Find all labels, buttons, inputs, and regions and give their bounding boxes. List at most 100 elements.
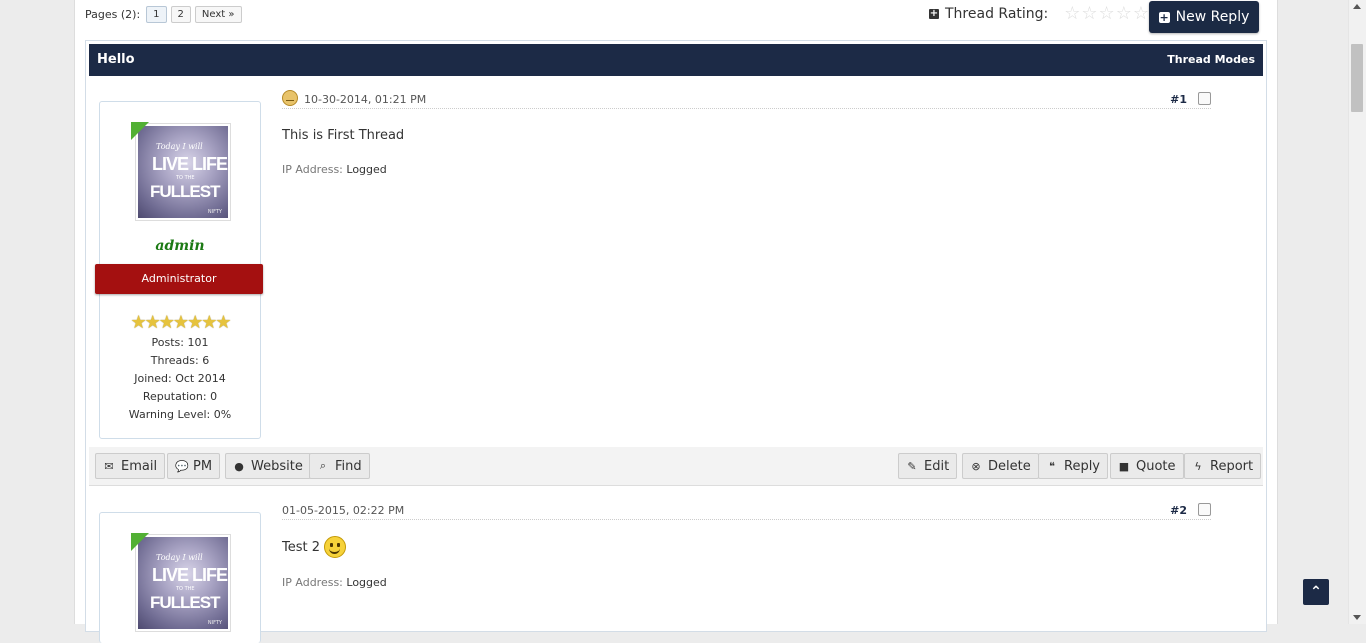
online-indicator — [131, 533, 149, 551]
user-title-badge: Administrator — [95, 264, 263, 294]
pagination: Pages (2): 1 2 Next » — [85, 6, 242, 23]
post-body-text: Test 2 — [282, 539, 321, 555]
reply-button-label: Reply — [1064, 458, 1101, 474]
post-content: This is First Thread — [282, 128, 404, 143]
report-button-label: Report — [1210, 458, 1254, 474]
avatar[interactable]: Today I will LIVE LIFE TO THE FULLEST NI… — [135, 123, 231, 221]
scroll-down-icon[interactable] — [1353, 615, 1361, 620]
square-icon: ■ — [1118, 459, 1130, 473]
rating-star-4[interactable]: ☆ — [1116, 5, 1132, 23]
email-button-label: Email — [121, 458, 158, 474]
plus-icon: + — [1158, 10, 1170, 24]
author-panel: Today I will LIVE LIFE TO THE FULLEST NI… — [95, 101, 263, 439]
page-scrollbar[interactable] — [1348, 0, 1366, 624]
avatar-image: Today I will LIVE LIFE TO THE FULLEST NI… — [138, 537, 228, 629]
post-icon — [282, 90, 298, 106]
pm-button[interactable]: 💬 PM — [167, 453, 221, 479]
scroll-up-icon[interactable] — [1353, 4, 1361, 9]
thread-header: Hello Thread Modes — [89, 44, 1263, 76]
edit-button[interactable]: ✎ Edit — [898, 453, 958, 479]
quote-icon: ❝ — [1049, 459, 1055, 473]
online-indicator — [131, 122, 149, 140]
avatar-text: FULLEST — [150, 593, 220, 612]
rating-stars[interactable]: ☆ ☆ ☆ ☆ ☆ — [1064, 5, 1149, 23]
delete-icon: ⊗ — [971, 459, 981, 473]
post-meta: 10-30-2014, 01:21 PM #1 — [282, 90, 1211, 109]
chat-icon: 💬 — [175, 459, 189, 473]
globe-icon: ● — [234, 459, 244, 473]
reply-button[interactable]: ❝ Reply — [1038, 453, 1109, 479]
rating-star-2[interactable]: ☆ — [1081, 5, 1097, 23]
page-2-button[interactable]: 2 — [170, 6, 191, 23]
plus-icon[interactable]: + — [929, 9, 939, 19]
post-buttons-bar: ✉ Email 💬 PM ● Website ⌕ Find ✎ Edit ⊗ D — [89, 447, 1263, 486]
report-button[interactable]: ϟ Report — [1184, 453, 1262, 479]
post-content: Test 2 — [282, 536, 347, 558]
multiquote-checkbox[interactable] — [1198, 92, 1211, 105]
delete-button[interactable]: ⊗ Delete — [962, 453, 1039, 479]
post-2: Today I will LIVE LIFE TO THE FULLEST NI… — [89, 494, 1263, 643]
edit-button-label: Edit — [924, 458, 950, 474]
avatar-text: TO THE — [176, 586, 195, 592]
avatar-text: NIFTY — [207, 620, 222, 626]
avatar-text: Today I will — [156, 142, 203, 151]
ip-value: Logged — [346, 163, 387, 176]
quote-button[interactable]: ■ Quote — [1110, 453, 1184, 479]
username-link[interactable]: admin — [100, 238, 260, 254]
thread-container: Hello Thread Modes Today I will LIVE LIF… — [85, 40, 1267, 643]
ip-address: IP Address: Logged — [282, 576, 387, 589]
envelope-icon: ✉ — [104, 459, 114, 473]
rating-star-3[interactable]: ☆ — [1099, 5, 1115, 23]
post-body-text: This is First Thread — [282, 128, 405, 143]
ip-value: Logged — [346, 576, 387, 589]
avatar-text: NIFTY — [207, 209, 222, 215]
website-button-label: Website — [251, 458, 303, 474]
multiquote-checkbox[interactable] — [1198, 503, 1211, 516]
back-to-top-button[interactable]: ⌃ — [1303, 579, 1329, 605]
edit-icon: ✎ — [907, 459, 917, 473]
thread-rating-label: Thread Rating: — [945, 6, 1049, 22]
post-number-link[interactable]: #2 — [1170, 504, 1187, 517]
ip-label: IP Address: — [282, 163, 343, 176]
post-1: Today I will LIVE LIFE TO THE FULLEST NI… — [89, 83, 1263, 487]
delete-button-label: Delete — [988, 458, 1031, 474]
rating-star-1[interactable]: ☆ — [1064, 5, 1080, 23]
new-reply-button[interactable]: + New Reply — [1149, 1, 1259, 33]
find-button-label: Find — [335, 458, 362, 474]
email-button[interactable]: ✉ Email — [95, 453, 166, 479]
website-button[interactable]: ● Website — [225, 453, 311, 479]
thread-modes-link[interactable]: Thread Modes — [1167, 53, 1255, 66]
page-1-button[interactable]: 1 — [146, 6, 167, 23]
post-meta: 01-05-2015, 02:22 PM #2 — [282, 501, 1211, 520]
avatar-text: Today I will — [156, 553, 203, 562]
next-page-button[interactable]: Next » — [194, 6, 242, 23]
stat-reputation: Reputation: 0 — [142, 390, 218, 403]
bolt-icon: ϟ — [1194, 459, 1202, 473]
avatar[interactable]: Today I will LIVE LIFE TO THE FULLEST NI… — [135, 534, 231, 632]
stat-threads: Threads: 6 — [150, 354, 210, 367]
ip-address: IP Address: Logged — [282, 163, 387, 176]
search-icon: ⌕ — [319, 459, 327, 472]
scroll-thumb[interactable] — [1351, 44, 1363, 112]
pm-button-label: PM — [193, 458, 213, 474]
thread-title: Hello — [97, 52, 135, 67]
post-date: 01-05-2015, 02:22 PM — [282, 504, 405, 517]
find-button[interactable]: ⌕ Find — [309, 453, 370, 479]
chevron-up-icon: ⌃ — [1310, 584, 1322, 600]
new-reply-label: New Reply — [1175, 9, 1250, 25]
avatar-text: LIVE LIFE — [152, 565, 228, 585]
quote-button-label: Quote — [1136, 458, 1176, 474]
avatar-text: LIVE LIFE — [152, 154, 228, 174]
smiley-icon — [324, 536, 347, 558]
pagination-label: Pages (2): — [85, 8, 141, 21]
rank-stars: ★★★★★★★ — [130, 312, 232, 333]
stat-joined: Joined: Oct 2014 — [134, 372, 226, 385]
stat-warning-level: Warning Level: 0% — [128, 408, 232, 421]
rating-star-5[interactable]: ☆ — [1133, 5, 1149, 23]
author-stats: Posts: 101 Threads: 6 Joined: Oct 2014 R… — [100, 334, 260, 424]
avatar-text: TO THE — [176, 175, 195, 181]
post-number-link[interactable]: #1 — [1170, 93, 1187, 106]
avatar-image: Today I will LIVE LIFE TO THE FULLEST NI… — [138, 126, 228, 218]
ip-label: IP Address: — [282, 576, 343, 589]
post-date: 10-30-2014, 01:21 PM — [304, 93, 427, 106]
